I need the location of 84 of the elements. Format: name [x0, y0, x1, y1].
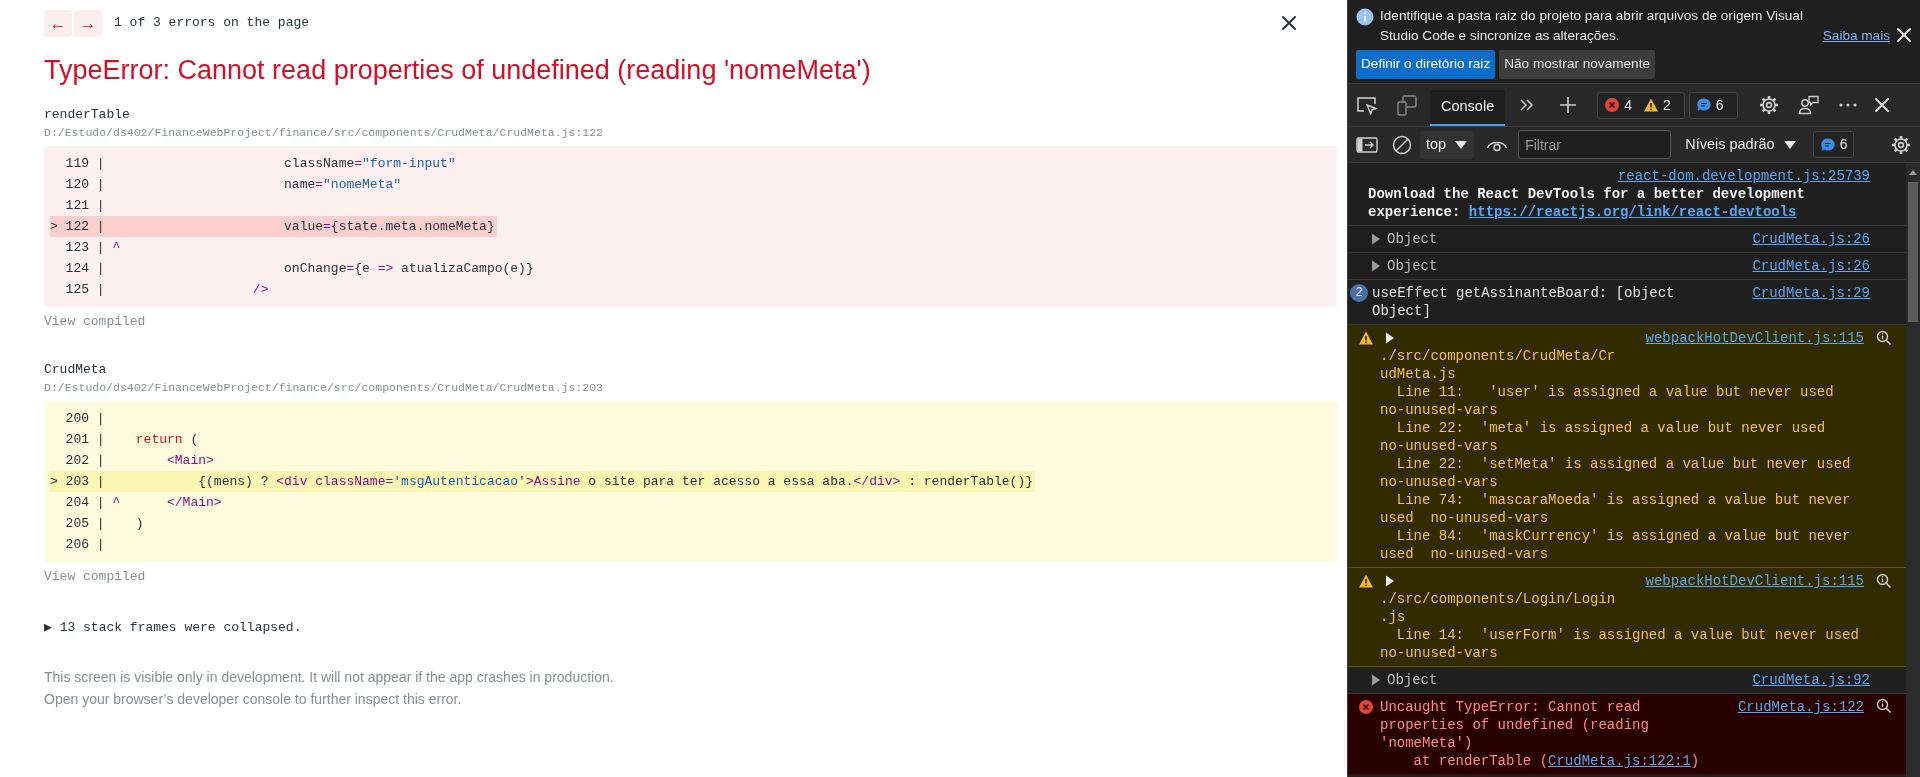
source-link[interactable]: CrudMeta.js:122:1: [1548, 753, 1691, 769]
warning-icon: [1358, 573, 1374, 589]
learn-more-link[interactable]: Saiba mais: [1822, 25, 1890, 46]
file-path: D:/Estudo/ds402/FinanceWebProject/finance/src/components/CrudMeta/CrudMeta.js:203: [44, 380, 604, 397]
infobar-button[interactable]: Definir o diretório raiz: [1356, 50, 1496, 79]
settings-icon[interactable]: [1757, 94, 1780, 116]
function-name: renderTable: [44, 106, 131, 125]
code-line: 202 | <Main>: [64, 452, 215, 471]
device-icon[interactable]: [1396, 94, 1418, 116]
file-path: D:/Estudo/ds402/FinanceWebProject/finance/src/components/CrudMeta/CrudMeta.js:122: [44, 125, 604, 142]
expand-icon[interactable]: [1370, 673, 1381, 687]
sidebar-icon[interactable]: [1356, 135, 1378, 154]
source-link[interactable]: CrudMeta.js:122: [1737, 698, 1864, 716]
next-error-button[interactable]: →: [74, 9, 102, 37]
infobar-button[interactable]: Não mostrar novamente: [1499, 50, 1655, 79]
caret-icon: [1454, 138, 1469, 151]
code-line: 201 | return (: [64, 431, 200, 450]
repeat-count: 2: [1350, 284, 1368, 302]
code-line: 206 |: [64, 536, 106, 555]
expand-icon[interactable]: [1370, 259, 1381, 273]
source-link[interactable]: CrudMeta.js:26: [1752, 230, 1870, 248]
footer-note: Open your browser’s developer console to further inspect this error.: [44, 689, 463, 709]
object-label[interactable]: Object: [1387, 671, 1438, 689]
devtools-link[interactable]: https://reactjs.org/link/react-devtools: [1468, 204, 1797, 220]
messages-button[interactable]: 6: [1812, 131, 1855, 158]
issues-button[interactable]: 6: [1688, 91, 1738, 119]
settings-icon[interactable]: [1890, 133, 1912, 156]
message-text: useEffect getAssinanteBoard: [object Object]: [1372, 284, 1675, 320]
expand-icon[interactable]: [1370, 232, 1381, 246]
warning-icon: [1358, 330, 1374, 346]
more-tabs-icon[interactable]: [1519, 98, 1536, 112]
info-icon: [1356, 8, 1374, 26]
code-line: 121 |: [64, 197, 106, 216]
inspect-icon[interactable]: [1356, 95, 1378, 115]
message-icon: [1819, 136, 1836, 153]
collapsed-frames-toggle[interactable]: ▶ 13 stack frames were collapsed.: [44, 618, 302, 638]
source-link[interactable]: webpackHotDevClient.js:115: [1645, 572, 1864, 590]
message-text: Download the React DevTools for a better development experience: https://reactjs.org/link/react-devtools: [1367, 185, 1806, 221]
person-chat-icon[interactable]: [1797, 95, 1820, 115]
error-message: Uncaught TypeError: Cannot read properties of undefined (reading 'nomeMeta') at renderTable (CrudMeta.js:122:1): [1380, 698, 1700, 770]
scroll-up-icon[interactable]: [1908, 168, 1918, 176]
message-text: ./src/components/CrudMeta/Cr udMeta.js Line 11: 'user' is assigned a value but never used no-unused-vars Line 22: 'meta' is assigned a value but never used no-unused-vars Line 22: 'setMeta' is assigned a value but never used no-unused-vars Line 74: 'mascaraMoeda' is assigned a value but never used no-unused-vars Line 84: 'maskCurrency' is assigned a value but never used no-unused-vars: [1379, 347, 1852, 563]
source-link[interactable]: webpackHotDevClient.js:115: [1645, 329, 1864, 347]
object-label[interactable]: Object: [1387, 257, 1438, 275]
code-line: 123 | ^: [64, 239, 122, 258]
magnifier-icon[interactable]: [1876, 573, 1892, 589]
code-line: 125 | />: [64, 281, 270, 300]
error-counter: 1 of 3 errors on the page: [114, 14, 310, 33]
source-link[interactable]: CrudMeta.js:26: [1752, 257, 1870, 275]
function-name: CrudMeta: [44, 361, 108, 380]
add-icon[interactable]: [1559, 96, 1578, 114]
warning-icon: [1643, 97, 1659, 113]
previous-error-button[interactable]: ←: [44, 9, 72, 37]
code-line: 204 | ^ </Main>: [64, 494, 223, 513]
context-dropdown[interactable]: top: [1420, 130, 1475, 159]
message-icon: [1695, 97, 1712, 113]
levels-dropdown[interactable]: Níveis padrão: [1679, 132, 1803, 157]
expand-icon[interactable]: [1384, 331, 1395, 345]
code-line: 124 | onChange={e => atualizaCampo(e)}: [64, 260, 535, 279]
scrollbar-thumb[interactable]: [1908, 182, 1918, 322]
magnifier-icon[interactable]: [1876, 330, 1892, 346]
code-line: 119 | className="form-input": [64, 155, 457, 174]
clear-icon[interactable]: [1392, 134, 1412, 155]
message-text: ./src/components/Login/Login .js Line 14: 'userForm' is assigned a value but never used no-unused-vars: [1379, 590, 1860, 662]
caret-icon: [1782, 138, 1797, 151]
close-icon[interactable]: [1281, 15, 1297, 31]
filter-field[interactable]: Filtrar: [1518, 130, 1672, 159]
error-icon: [1604, 97, 1621, 113]
source-link[interactable]: react-dom.development.js:25739: [1617, 167, 1870, 185]
source-link[interactable]: CrudMeta.js:92: [1752, 671, 1870, 689]
panel-tab[interactable]: Console: [1430, 90, 1506, 126]
object-label[interactable]: Object: [1387, 230, 1438, 248]
source-link[interactable]: CrudMeta.js:29: [1752, 284, 1870, 302]
error-title: TypeError: Cannot read properties of undefined (reading 'nomeMeta'): [44, 54, 872, 87]
error-icon: [1358, 699, 1374, 715]
code-line: 120 | name="nomeMeta": [64, 176, 403, 195]
more-icon[interactable]: [1837, 102, 1858, 108]
issues-button[interactable]: 4 2: [1597, 91, 1685, 119]
code-line: 205 | ): [64, 515, 145, 534]
info-message: Identifique a pasta raiz do projeto para abrir arquivos de origem Visual Studio Code e sincronize as alterações.: [1379, 7, 1804, 45]
footer-note: This screen is visible only in development. It will not appear if the app crashes in production.: [44, 667, 615, 687]
code-line: 200 |: [64, 410, 106, 429]
magnifier-icon[interactable]: [1876, 698, 1892, 714]
expand-icon[interactable]: [1384, 574, 1395, 588]
